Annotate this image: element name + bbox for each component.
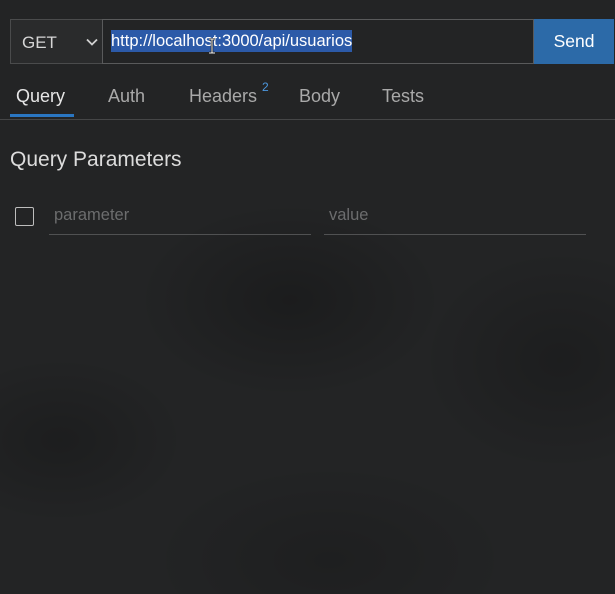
tab-tests[interactable]: Tests (382, 86, 424, 107)
tab-headers-label: Headers (189, 86, 258, 106)
tab-query[interactable]: Query (16, 86, 65, 107)
tab-body[interactable]: Body (299, 86, 340, 107)
request-bar: GET http://localhost:3000/api/usuarios S… (10, 19, 615, 64)
active-tab-indicator (10, 114, 74, 117)
send-button[interactable]: Send (534, 19, 614, 64)
url-text: http://localhost:3000/api/usuarios (111, 30, 353, 52)
param-enabled-checkbox[interactable] (15, 207, 34, 226)
method-label: GET (22, 33, 57, 52)
parameter-input[interactable]: parameter (49, 198, 311, 235)
tab-headers[interactable]: Headers (189, 86, 257, 107)
section-title: Query Parameters (10, 148, 182, 171)
request-tabs: Query Auth Headers 2 Body Tests (0, 80, 615, 120)
query-param-row: parameter value (0, 198, 615, 238)
parameter-placeholder: parameter (54, 206, 130, 224)
method-select[interactable]: GET (10, 19, 103, 64)
chevron-down-icon (86, 38, 98, 46)
value-placeholder: value (329, 206, 369, 224)
headers-count-badge: 2 (262, 80, 269, 94)
tab-auth[interactable]: Auth (108, 86, 145, 107)
value-input[interactable]: value (324, 198, 586, 235)
url-input[interactable]: http://localhost:3000/api/usuarios (102, 19, 534, 64)
text-cursor-icon (209, 38, 215, 54)
